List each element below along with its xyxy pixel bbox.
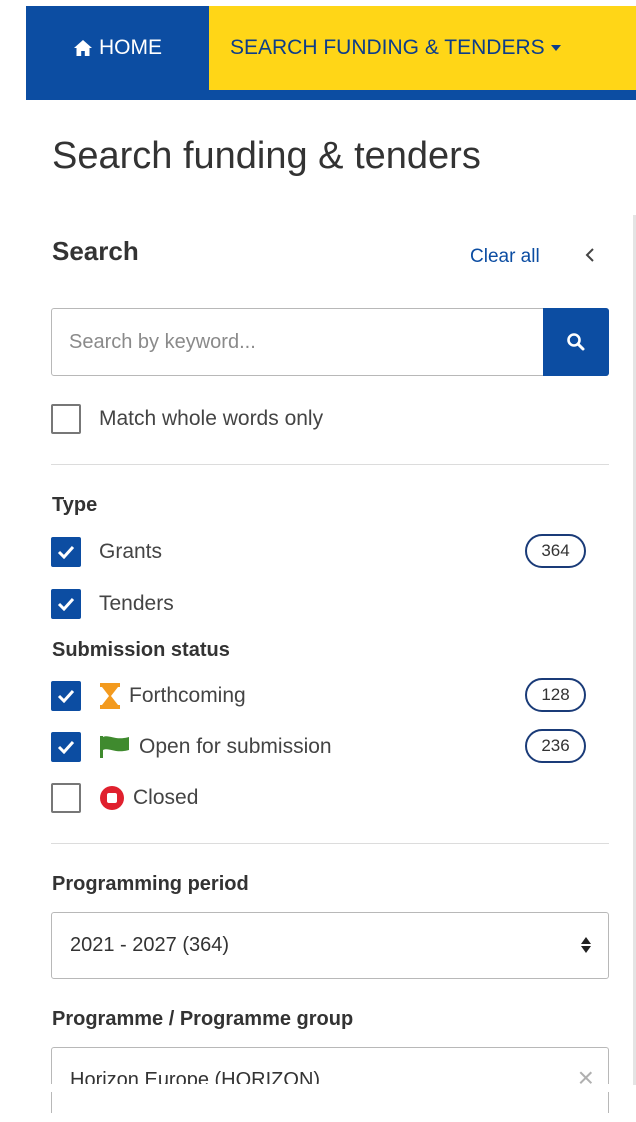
clear-all-link[interactable]: Clear all — [470, 246, 540, 268]
checkmark-icon — [57, 545, 75, 559]
closed-label: Closed — [133, 786, 199, 809]
search-button[interactable] — [543, 308, 609, 376]
open-checkbox[interactable] — [51, 732, 81, 762]
bottom-edge — [26, 1084, 633, 1092]
programme-label: Programme / Programme group — [52, 1008, 354, 1030]
forthcoming-count-badge: 128 — [525, 678, 586, 712]
submission-status-label: Submission status — [52, 639, 230, 661]
divider — [51, 464, 609, 465]
programming-period-select[interactable]: 2021 - 2027 (364) — [51, 912, 609, 979]
nav-home-link[interactable]: HOME — [26, 6, 209, 90]
type-section-label: Type — [52, 494, 98, 516]
home-icon — [74, 40, 92, 56]
collapse-panel-button[interactable] — [584, 244, 596, 270]
match-whole-words-checkbox[interactable] — [51, 404, 81, 434]
grants-label: Grants — [99, 540, 163, 563]
checkmark-icon — [57, 740, 75, 754]
grants-count-badge: 364 — [525, 534, 586, 568]
hourglass-icon — [99, 682, 121, 710]
programme-select[interactable]: Horizon Europe (HORIZON) × — [51, 1047, 609, 1113]
checkmark-icon — [57, 689, 75, 703]
programming-period-value: 2021 - 2027 (364) — [70, 934, 230, 956]
grants-checkbox[interactable] — [51, 537, 81, 567]
open-count-badge: 236 — [525, 729, 586, 763]
match-whole-words-label: Match whole words only — [99, 407, 324, 430]
search-icon — [567, 333, 585, 351]
forthcoming-checkbox[interactable] — [51, 681, 81, 711]
top-navigation: HOME SEARCH FUNDING & TENDERS — [26, 6, 636, 100]
open-label: Open for submission — [139, 735, 332, 758]
caret-down-icon — [550, 45, 561, 51]
flag-icon — [99, 735, 131, 759]
search-heading: Search — [52, 236, 139, 266]
type-option-tenders[interactable]: Tenders — [51, 589, 174, 619]
forthcoming-label: Forthcoming — [129, 684, 246, 707]
closed-checkbox[interactable] — [51, 783, 81, 813]
sort-arrows-icon — [581, 937, 591, 953]
tenders-label: Tenders — [99, 592, 174, 615]
nav-home-label: HOME — [99, 36, 162, 59]
status-option-closed[interactable]: Closed — [51, 783, 198, 813]
match-whole-words-option[interactable]: Match whole words only — [51, 404, 323, 434]
type-option-grants[interactable]: Grants — [51, 537, 162, 567]
keyword-search-input[interactable] — [52, 309, 544, 375]
checkmark-icon — [57, 597, 75, 611]
nav-search-label: SEARCH FUNDING & TENDERS — [230, 36, 545, 59]
keyword-search-box — [51, 308, 609, 376]
stop-icon — [99, 785, 125, 811]
left-gutter — [0, 100, 26, 1090]
status-option-open[interactable]: Open for submission — [51, 732, 332, 762]
divider — [51, 843, 609, 844]
status-option-forthcoming[interactable]: Forthcoming — [51, 681, 246, 711]
page-title: Search funding & tenders — [52, 135, 481, 177]
tenders-checkbox[interactable] — [51, 589, 81, 619]
programming-period-label: Programming period — [52, 873, 249, 895]
chevron-left-icon — [585, 248, 594, 262]
nav-search-funding-tenders[interactable]: SEARCH FUNDING & TENDERS — [209, 6, 636, 90]
